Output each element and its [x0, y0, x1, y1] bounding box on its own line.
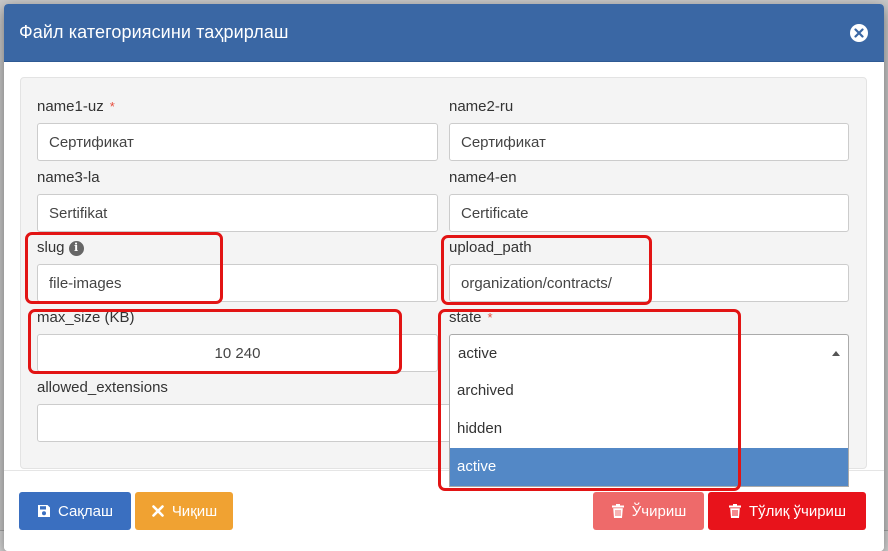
form-panel: name1-uz * Сертификат name2-ru Сертификат… — [20, 77, 867, 487]
info-icon[interactable]: i — [68, 240, 84, 256]
upload-path-input[interactable]: organization/contracts/ — [449, 264, 849, 302]
name4-en-input[interactable]: Certificate — [449, 194, 849, 232]
max-size-input[interactable]: 10 240 — [37, 334, 438, 372]
trash-icon — [729, 504, 741, 518]
state-selected-value: active — [458, 345, 498, 362]
exit-button-label: Чиқиш — [171, 502, 218, 520]
floppy-disk-icon — [37, 505, 50, 517]
modal-header: Файл категориясини таҳрирлаш — [4, 4, 884, 62]
state-option-archived[interactable]: archived — [450, 372, 848, 410]
slug-input[interactable]: file-images — [37, 264, 438, 302]
name4-en-field: name4-en Certificate — [449, 169, 849, 233]
slug-field: slug i file-images — [37, 239, 438, 303]
save-button-label: Сақлаш — [57, 502, 114, 520]
state-dropdown: archived hidden active — [449, 372, 849, 487]
state-select[interactable]: active — [449, 334, 849, 372]
exit-button[interactable]: Чиқиш — [135, 492, 233, 530]
state-label: state — [449, 309, 482, 326]
name1-uz-label: name1-uz — [37, 98, 104, 115]
name3-la-label: name3-la — [37, 169, 100, 186]
upload-path-label: upload_path — [449, 239, 532, 256]
name1-uz-field: name1-uz * Сертификат — [37, 98, 438, 162]
state-option-hidden[interactable]: hidden — [450, 410, 848, 448]
caret-up-icon — [832, 351, 840, 356]
max-size-field: max_size (KB) 10 240 — [37, 309, 438, 373]
upload-path-field: upload_path organization/contracts/ — [449, 239, 849, 303]
hard-delete-button[interactable]: Тўлиқ ўчириш — [708, 492, 866, 530]
max-size-label: max_size (KB) — [37, 309, 135, 326]
delete-button-label: Ўчириш — [631, 502, 687, 520]
times-icon — [152, 505, 164, 517]
edit-file-category-modal: Файл категориясини таҳрирлаш name1-uz * С… — [4, 4, 884, 551]
name2-ru-input[interactable]: Сертификат — [449, 123, 849, 161]
name3-la-field: name3-la Sertifikat — [37, 169, 438, 233]
trash-icon — [611, 504, 624, 518]
required-marker: * — [487, 310, 493, 325]
state-option-active[interactable]: active — [450, 448, 848, 486]
close-icon — [854, 28, 864, 38]
modal-title: Файл категориясини таҳрирлаш — [19, 22, 289, 42]
state-field: state * active archived hidden active — [449, 309, 849, 487]
close-button[interactable] — [850, 24, 868, 42]
delete-button[interactable]: Ўчириш — [593, 492, 704, 530]
name3-la-input[interactable]: Sertifikat — [37, 194, 438, 232]
name1-uz-input[interactable]: Сертификат — [37, 123, 438, 161]
modal-body: name1-uz * Сертификат name2-ru Сертификат… — [4, 62, 884, 487]
allowed-extensions-label: allowed_extensions — [37, 379, 168, 396]
hard-delete-button-label: Тўлиқ ўчириш — [749, 502, 846, 520]
name2-ru-field: name2-ru Сертификат — [449, 98, 849, 162]
slug-label: slug — [37, 239, 65, 256]
name4-en-label: name4-en — [449, 169, 517, 186]
name2-ru-label: name2-ru — [449, 98, 514, 115]
required-marker: * — [109, 99, 115, 114]
save-button[interactable]: Сақлаш — [19, 492, 131, 530]
